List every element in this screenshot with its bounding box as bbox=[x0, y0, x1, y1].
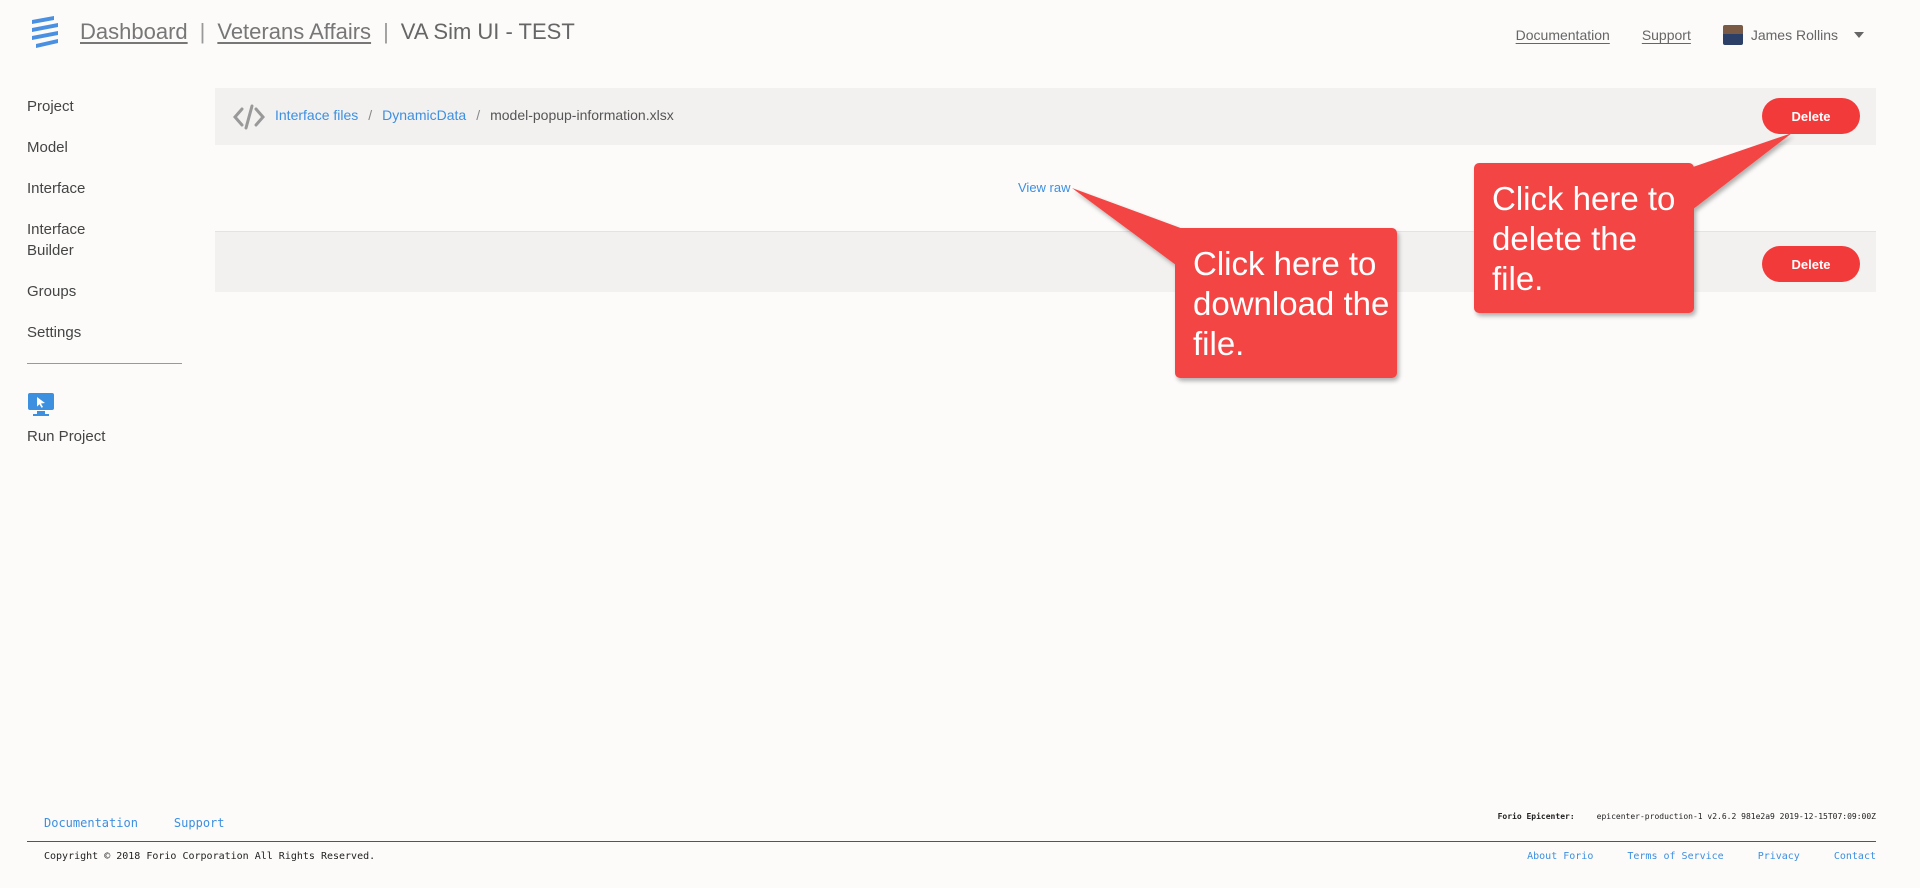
dashboard-link[interactable]: Dashboard bbox=[80, 19, 188, 44]
version-value: epicenter-production-1 v2.6.2 981e2a9 20… bbox=[1596, 812, 1876, 821]
run-project-label: Run Project bbox=[27, 428, 106, 445]
org-link[interactable]: Veterans Affairs bbox=[217, 19, 371, 44]
sidebar-divider bbox=[27, 363, 182, 364]
breadcrumb-separator: / bbox=[368, 107, 373, 123]
footer-divider bbox=[27, 841, 1876, 842]
forio-logo-icon[interactable] bbox=[30, 14, 62, 50]
breadcrumb-interface-files[interactable]: Interface files bbox=[275, 107, 358, 123]
title-separator: | bbox=[383, 19, 389, 44]
delete-button-bottom[interactable]: Delete bbox=[1762, 246, 1860, 282]
file-toolbar: Interface files / DynamicData / model-popup-… bbox=[215, 88, 1876, 145]
sidebar-item-interface[interactable]: Interface bbox=[27, 178, 183, 199]
copyright-text: Copyright © 2018 Forio Corporation All R… bbox=[44, 851, 376, 862]
breadcrumb-separator: / bbox=[476, 107, 481, 123]
terms-link[interactable]: Terms of Service bbox=[1627, 851, 1723, 862]
sidebar: Project Model Interface Interface Builde… bbox=[27, 96, 183, 445]
breadcrumb: Interface files / DynamicData / model-popup-… bbox=[275, 107, 674, 123]
delete-button[interactable]: Delete bbox=[1762, 98, 1860, 134]
code-icon bbox=[233, 104, 265, 130]
user-name: James Rollins bbox=[1750, 27, 1838, 43]
privacy-link[interactable]: Privacy bbox=[1758, 851, 1800, 862]
version-info: Forio Epicenter: epicenter-production-1 v… bbox=[1498, 812, 1876, 821]
project-name: VA Sim UI - TEST bbox=[400, 19, 575, 44]
sidebar-item-model[interactable]: Model bbox=[27, 137, 183, 158]
avatar bbox=[1722, 25, 1743, 45]
footer-legal-links: About Forio Terms of Service Privacy Con… bbox=[1527, 851, 1876, 862]
sidebar-item-project[interactable]: Project bbox=[27, 96, 183, 117]
footer-links: Documentation Support bbox=[44, 816, 225, 830]
app-header: Dashboard | Veterans Affairs | VA Sim UI - T… bbox=[0, 0, 1920, 70]
footer-documentation-link[interactable]: Documentation bbox=[44, 816, 138, 830]
user-menu[interactable]: James Rollins bbox=[1722, 25, 1864, 45]
about-forio-link[interactable]: About Forio bbox=[1527, 851, 1593, 862]
breadcrumb-dynamicdata[interactable]: DynamicData bbox=[382, 107, 466, 123]
documentation-link[interactable]: Documentation bbox=[1516, 27, 1610, 43]
footer-support-link[interactable]: Support bbox=[174, 816, 225, 830]
callout-download-text: Click here to download the file. bbox=[1193, 245, 1390, 362]
contact-link[interactable]: Contact bbox=[1834, 851, 1876, 862]
sidebar-item-interface-builder[interactable]: Interface Builder bbox=[27, 219, 107, 261]
sidebar-item-groups[interactable]: Groups bbox=[27, 281, 183, 302]
run-project-button[interactable]: Run Project bbox=[27, 392, 183, 445]
sidebar-item-settings[interactable]: Settings bbox=[27, 322, 183, 343]
callout-delete-text: Click here to delete the file. bbox=[1492, 180, 1676, 297]
view-raw-link[interactable]: View raw bbox=[1018, 180, 1071, 195]
version-label: Forio Epicenter: bbox=[1497, 812, 1575, 821]
top-nav: Documentation Support James Rollins bbox=[1516, 25, 1864, 45]
breadcrumb-current-file: model-popup-information.xlsx bbox=[490, 107, 674, 123]
title-separator: | bbox=[199, 19, 206, 44]
monitor-cursor-icon bbox=[28, 393, 54, 416]
support-link[interactable]: Support bbox=[1642, 27, 1691, 43]
page-title: Dashboard | Veterans Affairs | VA Sim UI - T… bbox=[80, 19, 575, 45]
chevron-down-icon[interactable] bbox=[1854, 32, 1864, 38]
